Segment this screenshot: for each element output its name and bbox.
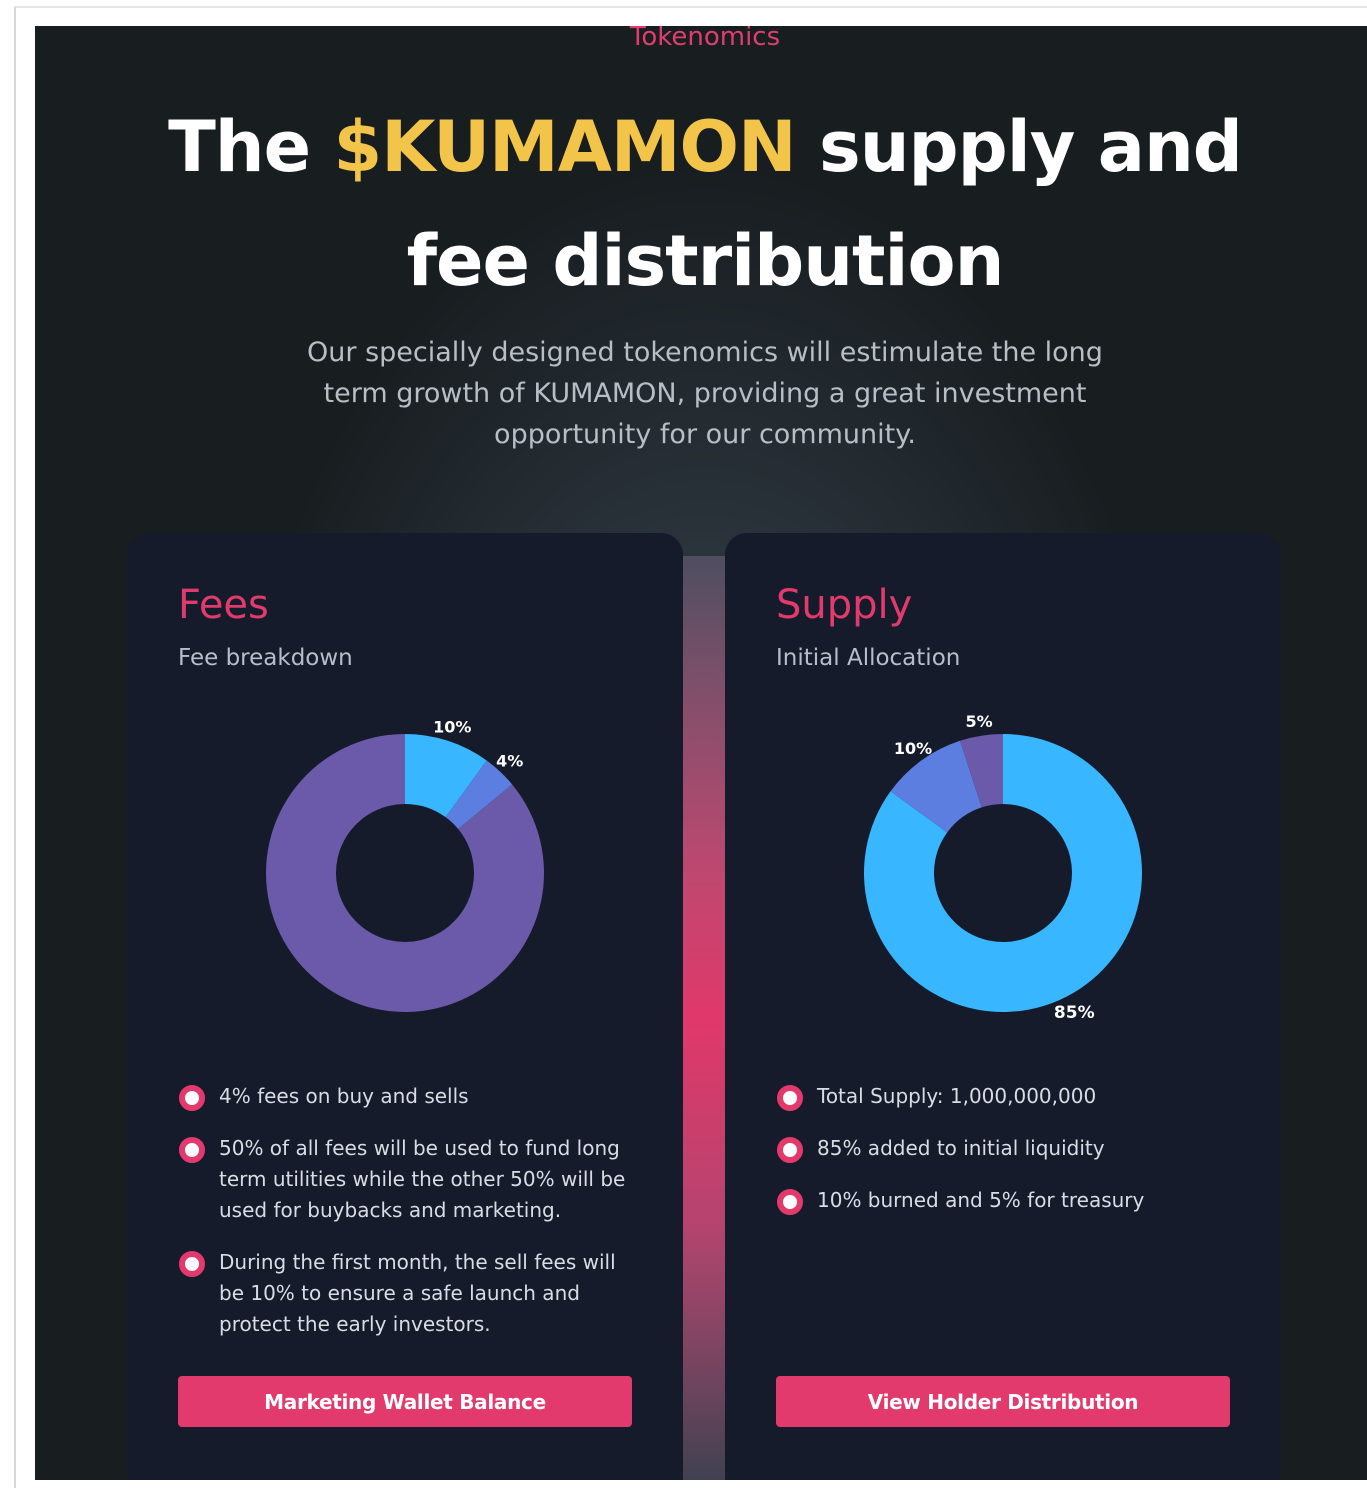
slice-label: 4% <box>496 751 523 770</box>
bullet-icon <box>777 1137 803 1163</box>
fees-donut-svg: 10% 4% <box>266 717 544 1012</box>
view-holder-distribution-button[interactable]: View Holder Distribution <box>776 1376 1230 1427</box>
supply-donut-svg: 85% 10% 5% <box>864 712 1142 1023</box>
supply-bullet-list: Total Supply: 1,000,000,000 85% added to… <box>776 1081 1236 1237</box>
list-item: 4% fees on buy and sells <box>178 1081 638 1112</box>
supply-card: Supply Initial Allocation 85% 10% 5% Total… <box>725 533 1281 1480</box>
supply-card-title: Supply <box>776 582 913 628</box>
bullet-icon <box>777 1189 803 1215</box>
fees-card: Fees Fee breakdown 10% 4% 4% fees on buy … <box>127 533 683 1480</box>
marketing-wallet-balance-button[interactable]: Marketing Wallet Balance <box>178 1376 632 1427</box>
list-item-text: 85% added to initial liquidity <box>817 1136 1105 1160</box>
list-item: 50% of all fees will be used to fund lon… <box>178 1133 638 1226</box>
fees-donut-chart: 10% 4% <box>127 703 683 1033</box>
slice-label: 5% <box>965 712 992 731</box>
list-item-text: 4% fees on buy and sells <box>219 1084 469 1108</box>
bullet-icon <box>179 1085 205 1111</box>
fees-bullet-list: 4% fees on buy and sells 50% of all fees… <box>178 1081 638 1361</box>
bullet-icon <box>777 1085 803 1111</box>
headline-token-name: $KUMAMON <box>333 106 797 188</box>
page-title: The $KUMAMON supply and fee distribution <box>101 90 1309 318</box>
list-item: 85% added to initial liquidity <box>776 1133 1236 1164</box>
headline-part-1: The <box>168 106 334 188</box>
slice-label: 85% <box>1054 1003 1095 1023</box>
bullet-icon <box>179 1137 205 1163</box>
list-item-text: 50% of all fees will be used to fund lon… <box>219 1136 626 1222</box>
list-item-text: 10% burned and 5% for treasury <box>817 1188 1145 1212</box>
center-accent-line <box>683 556 725 1480</box>
list-item: During the first month, the sell fees wi… <box>178 1247 638 1340</box>
bullet-icon <box>179 1251 205 1277</box>
supply-card-subtitle: Initial Allocation <box>776 645 961 671</box>
fees-card-subtitle: Fee breakdown <box>178 645 353 671</box>
section-eyebrow: Tokenomics <box>629 26 781 52</box>
fees-card-title: Fees <box>178 582 269 628</box>
tokenomics-section: Tokenomics The $KUMAMON supply and fee d… <box>35 26 1367 1480</box>
list-item: 10% burned and 5% for treasury <box>776 1185 1236 1216</box>
slice-label: 10% <box>433 717 471 736</box>
intro-paragraph: Our specially designed tokenomics will e… <box>307 337 1103 450</box>
slice-label: 10% <box>894 739 932 758</box>
list-item-text: Total Supply: 1,000,000,000 <box>817 1084 1097 1108</box>
supply-donut-chart: 85% 10% 5% <box>725 703 1281 1033</box>
list-item: Total Supply: 1,000,000,000 <box>776 1081 1236 1112</box>
list-item-text: During the first month, the sell fees wi… <box>219 1250 616 1336</box>
